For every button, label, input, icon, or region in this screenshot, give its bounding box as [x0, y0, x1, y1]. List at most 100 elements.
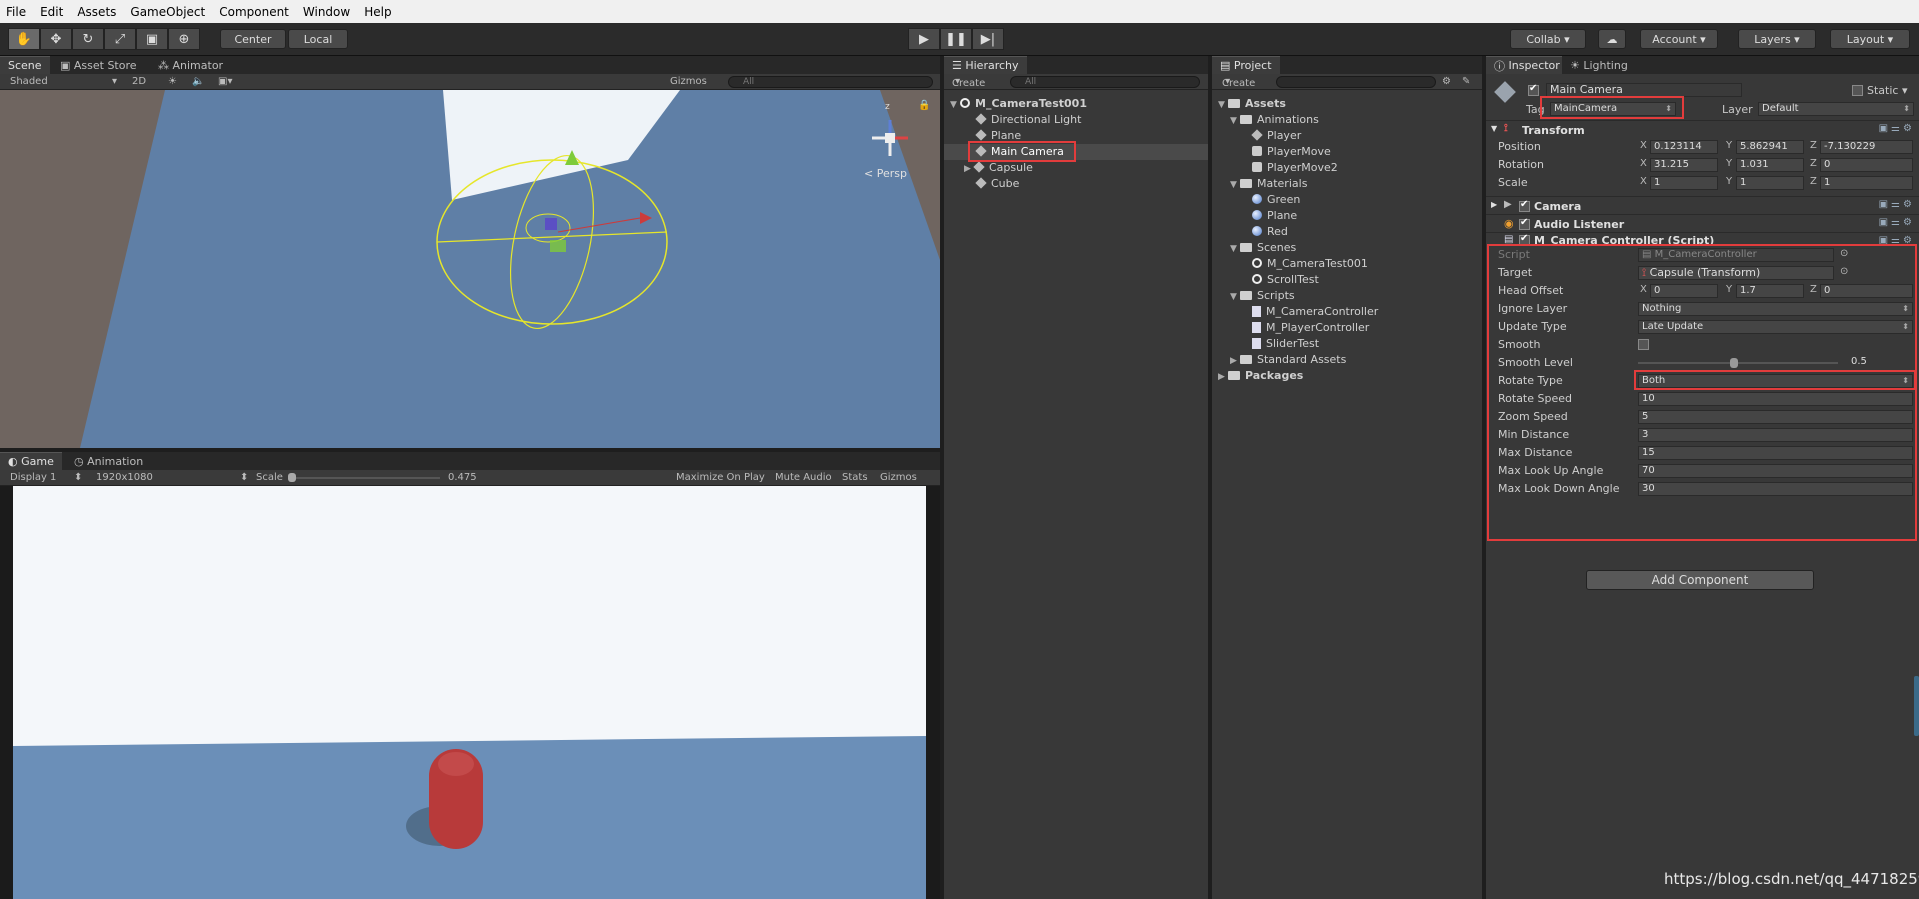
- scale-z-field[interactable]: 1: [1820, 176, 1913, 190]
- camera-header[interactable]: ▶ ▶ Camera ▣⚌⚙: [1486, 196, 1919, 214]
- scale-slider-thumb[interactable]: [288, 473, 296, 482]
- position-z-field[interactable]: -7.130229: [1820, 140, 1913, 154]
- tab-lighting[interactable]: ☀ Lighting: [1562, 56, 1636, 74]
- foldout-arrow-icon[interactable]: ▶: [1491, 200, 1497, 209]
- tab-hierarchy[interactable]: ☰ Hierarchy: [944, 56, 1027, 74]
- expand-arrow-icon[interactable]: ▼: [1230, 113, 1240, 129]
- inspector-scrollbar[interactable]: [1914, 676, 1919, 736]
- rotation-z-field[interactable]: 0: [1820, 158, 1913, 172]
- tab-animation[interactable]: ◷ Animation: [66, 452, 152, 470]
- pivot-local-button[interactable]: Local: [288, 29, 348, 49]
- menu-component[interactable]: Component: [219, 5, 289, 19]
- expand-arrow-icon[interactable]: ▶: [1218, 369, 1228, 385]
- layers-button[interactable]: Layers ▾: [1738, 29, 1816, 49]
- maximize-on-play-toggle[interactable]: Maximize On Play: [676, 472, 765, 483]
- expand-arrow-icon[interactable]: ▶: [1230, 353, 1240, 369]
- lighting-toggle-icon[interactable]: ☀: [168, 76, 177, 87]
- cloud-icon[interactable]: ☁: [1598, 29, 1626, 49]
- expand-arrow-icon[interactable]: ▼: [1230, 289, 1240, 305]
- menu-window[interactable]: Window: [303, 5, 350, 19]
- project-search-input[interactable]: [1276, 76, 1436, 88]
- lock-icon[interactable]: 🔒: [918, 100, 930, 111]
- project-item[interactable]: Red: [1212, 224, 1482, 240]
- project-item[interactable]: M_PlayerController: [1212, 320, 1482, 336]
- menu-file[interactable]: File: [6, 5, 26, 19]
- project-item[interactable]: Plane: [1212, 208, 1482, 224]
- tab-inspector[interactable]: ⓘ Inspector: [1486, 56, 1568, 74]
- project-item[interactable]: PlayerMove: [1212, 144, 1482, 160]
- project-item[interactable]: ▶ Packages: [1212, 368, 1482, 384]
- hierarchy-item-capsule[interactable]: ▶ Capsule: [944, 160, 1208, 176]
- expand-arrow-icon[interactable]: ▼: [950, 97, 960, 113]
- scale-tool-icon[interactable]: ⤢: [104, 28, 136, 50]
- project-item[interactable]: ScrollTest: [1212, 272, 1482, 288]
- expand-arrow-icon[interactable]: ▼: [1218, 97, 1228, 113]
- component-menu-icons[interactable]: ▣⚌⚙: [1879, 199, 1915, 210]
- project-item[interactable]: ▼ Scenes: [1212, 240, 1482, 256]
- project-item[interactable]: SliderTest: [1212, 336, 1482, 352]
- project-item[interactable]: ▼ Materials: [1212, 176, 1482, 192]
- position-x-field[interactable]: 0.123114: [1650, 140, 1718, 154]
- menu-assets[interactable]: Assets: [77, 5, 116, 19]
- filter-type-icon[interactable]: ⚙: [1442, 76, 1451, 87]
- transform-header[interactable]: ▼ ⟟ Transform ▣⚌⚙: [1486, 120, 1919, 138]
- rotation-y-field[interactable]: 1.031: [1736, 158, 1804, 172]
- rotate-tool-icon[interactable]: ↻: [72, 28, 104, 50]
- tab-asset-store[interactable]: ▣ Asset Store: [52, 56, 145, 74]
- scale-x-field[interactable]: 1: [1650, 176, 1718, 190]
- hierarchy-create-button[interactable]: Create ▾: [952, 76, 985, 89]
- scene-viewport[interactable]: z < Persp 🔒: [0, 90, 940, 448]
- hierarchy-item-directional-light[interactable]: Directional Light: [944, 112, 1208, 128]
- project-item[interactable]: ▼ Scripts: [1212, 288, 1482, 304]
- display-dropdown[interactable]: Display 1: [10, 472, 56, 483]
- expand-arrow-icon[interactable]: ▼: [1230, 177, 1240, 193]
- audio-toggle-icon[interactable]: 🔈: [192, 76, 204, 87]
- scene-root-item[interactable]: ▼ M_CameraTest001: [944, 96, 1208, 112]
- step-icon[interactable]: ▶|: [972, 28, 1004, 50]
- game-viewport[interactable]: [0, 486, 940, 899]
- 2d-toggle[interactable]: 2D: [132, 76, 146, 87]
- pivot-center-button[interactable]: Center: [220, 29, 286, 49]
- tab-animator[interactable]: ⁂ Animator: [150, 56, 232, 74]
- scene-gizmos-dropdown[interactable]: Gizmos: [670, 76, 707, 87]
- project-item[interactable]: ▼ Animations: [1212, 112, 1482, 128]
- hand-tool-icon[interactable]: ✋: [8, 28, 40, 50]
- layout-button[interactable]: Layout ▾: [1830, 29, 1910, 49]
- project-item[interactable]: ▶ Standard Assets: [1212, 352, 1482, 368]
- static-toggle[interactable]: Static ▾: [1852, 84, 1907, 97]
- project-item[interactable]: ▼ Assets: [1212, 96, 1482, 112]
- tab-project[interactable]: ▤ Project: [1212, 56, 1280, 74]
- menu-gameobject[interactable]: GameObject: [130, 5, 205, 19]
- move-tool-icon[interactable]: ✥: [40, 28, 72, 50]
- tab-scene[interactable]: Scene: [0, 56, 50, 74]
- transform-tool-icon[interactable]: ⊕: [168, 28, 200, 50]
- rect-tool-icon[interactable]: ▣: [136, 28, 168, 50]
- menu-edit[interactable]: Edit: [40, 5, 63, 19]
- game-gizmos-dropdown[interactable]: Gizmos: [880, 472, 917, 483]
- audio-listener-header[interactable]: ◉ Audio Listener ▣⚌⚙: [1486, 214, 1919, 232]
- expand-arrow-icon[interactable]: ▼: [1230, 241, 1240, 257]
- project-item[interactable]: M_CameraController: [1212, 304, 1482, 320]
- audio-listener-enabled-checkbox[interactable]: [1519, 217, 1530, 230]
- account-button[interactable]: Account ▾: [1640, 29, 1718, 49]
- project-item[interactable]: Player: [1212, 128, 1482, 144]
- expand-arrow-icon[interactable]: ▶: [964, 161, 974, 177]
- persp-label[interactable]: < Persp: [864, 167, 907, 180]
- resolution-dropdown[interactable]: 1920x1080: [96, 472, 153, 483]
- rotation-x-field[interactable]: 31.215: [1650, 158, 1718, 172]
- scene-search-input[interactable]: All: [728, 76, 933, 88]
- effects-toggle-icon[interactable]: ▣▾: [218, 76, 232, 87]
- add-component-button[interactable]: Add Component: [1586, 570, 1814, 590]
- scale-y-field[interactable]: 1: [1736, 176, 1804, 190]
- component-menu-icons[interactable]: ▣⚌⚙: [1879, 123, 1915, 134]
- filter-label-icon[interactable]: ✎: [1462, 76, 1470, 87]
- pause-icon[interactable]: ❚❚: [940, 28, 972, 50]
- project-item[interactable]: Green: [1212, 192, 1482, 208]
- project-create-button[interactable]: Create ▾: [1222, 76, 1255, 89]
- project-item[interactable]: PlayerMove2: [1212, 160, 1482, 176]
- position-y-field[interactable]: 5.862941: [1736, 140, 1804, 154]
- mute-audio-toggle[interactable]: Mute Audio: [775, 472, 832, 483]
- collab-button[interactable]: Collab ▾: [1510, 29, 1586, 49]
- component-menu-icons[interactable]: ▣⚌⚙: [1879, 217, 1915, 228]
- hierarchy-item-cube[interactable]: Cube: [944, 176, 1208, 192]
